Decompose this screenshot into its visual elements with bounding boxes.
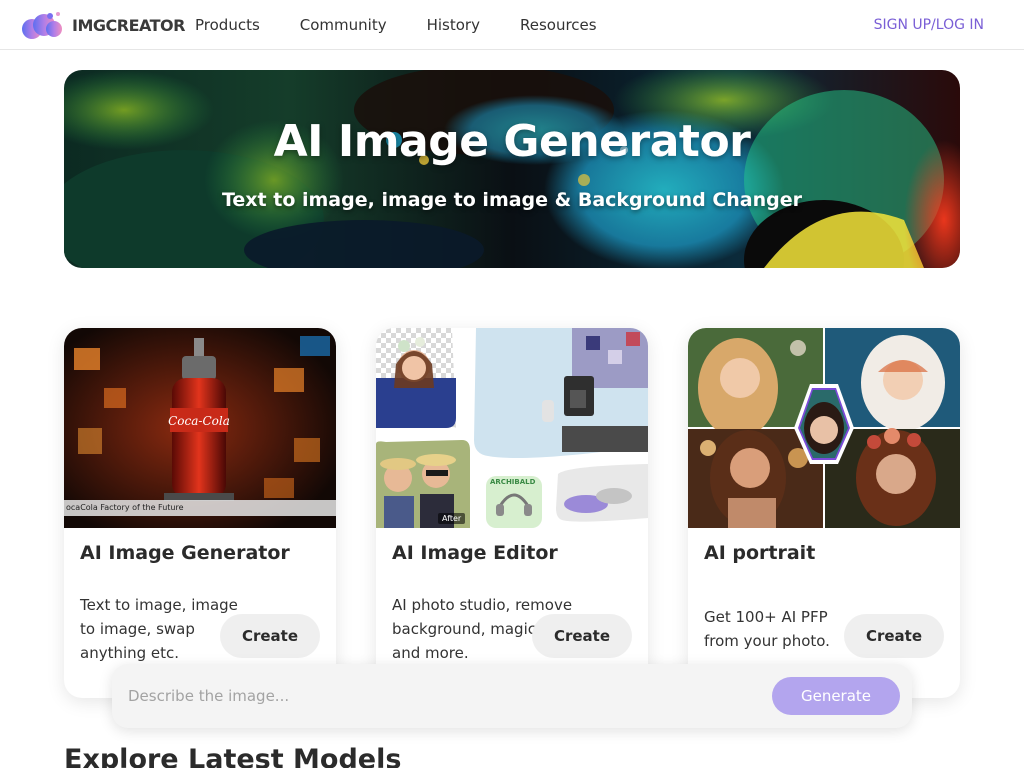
after-tag: After: [438, 513, 466, 524]
nav-community[interactable]: Community: [300, 16, 387, 34]
card-title: AI Image Generator: [80, 542, 290, 564]
prompt-input[interactable]: [128, 678, 758, 714]
card-ai-portrait[interactable]: AI portrait Get 100+ AI PFP from your ph…: [688, 328, 960, 698]
card-ai-image-generator[interactable]: Coca-Cola ocaCola Factory of the Future …: [64, 328, 336, 698]
generate-button[interactable]: Generate: [772, 677, 900, 715]
signup-login-link[interactable]: SIGN UP/LOG IN: [874, 16, 984, 34]
section-title: Explore Latest Models: [64, 744, 402, 768]
card-title: AI Image Editor: [392, 542, 558, 564]
logo-text: IMGCREATOR: [72, 15, 185, 35]
card-ai-image-editor[interactable]: After ARCHIBALD AI Image Editor AI photo…: [376, 328, 648, 698]
hero-title: AI Image Generator: [273, 116, 751, 167]
card-description: Get 100+ AI PFP from your photo.: [704, 608, 830, 650]
logo[interactable]: IMGCREATOR: [20, 10, 185, 40]
create-button[interactable]: Create: [220, 614, 320, 658]
main-nav: Products Community History Resources: [195, 16, 637, 34]
prompt-bar: Generate: [112, 664, 912, 728]
cloud-blob-logo-icon: [20, 10, 64, 40]
nav-products[interactable]: Products: [195, 16, 260, 34]
nav-history[interactable]: History: [427, 16, 480, 34]
create-button[interactable]: Create: [532, 614, 632, 658]
svg-text:Coca-Cola: Coca-Cola: [168, 414, 230, 428]
card-generator-image: Coca-Cola: [64, 328, 336, 528]
hero-subtitle: Text to image, image to image & Backgrou…: [221, 189, 803, 211]
product-label: ARCHIBALD: [490, 478, 536, 486]
nav-resources[interactable]: Resources: [520, 16, 597, 34]
top-header: IMGCREATOR Products Community History Re…: [0, 0, 1024, 50]
image-caption: ocaCola Factory of the Future: [64, 500, 336, 516]
card-title: AI portrait: [704, 542, 816, 564]
card-editor-image: [376, 328, 648, 528]
card-portrait-image: [688, 328, 960, 528]
create-button[interactable]: Create: [844, 614, 944, 658]
hero-background-image: [64, 70, 960, 268]
hero-banner: [64, 70, 960, 268]
